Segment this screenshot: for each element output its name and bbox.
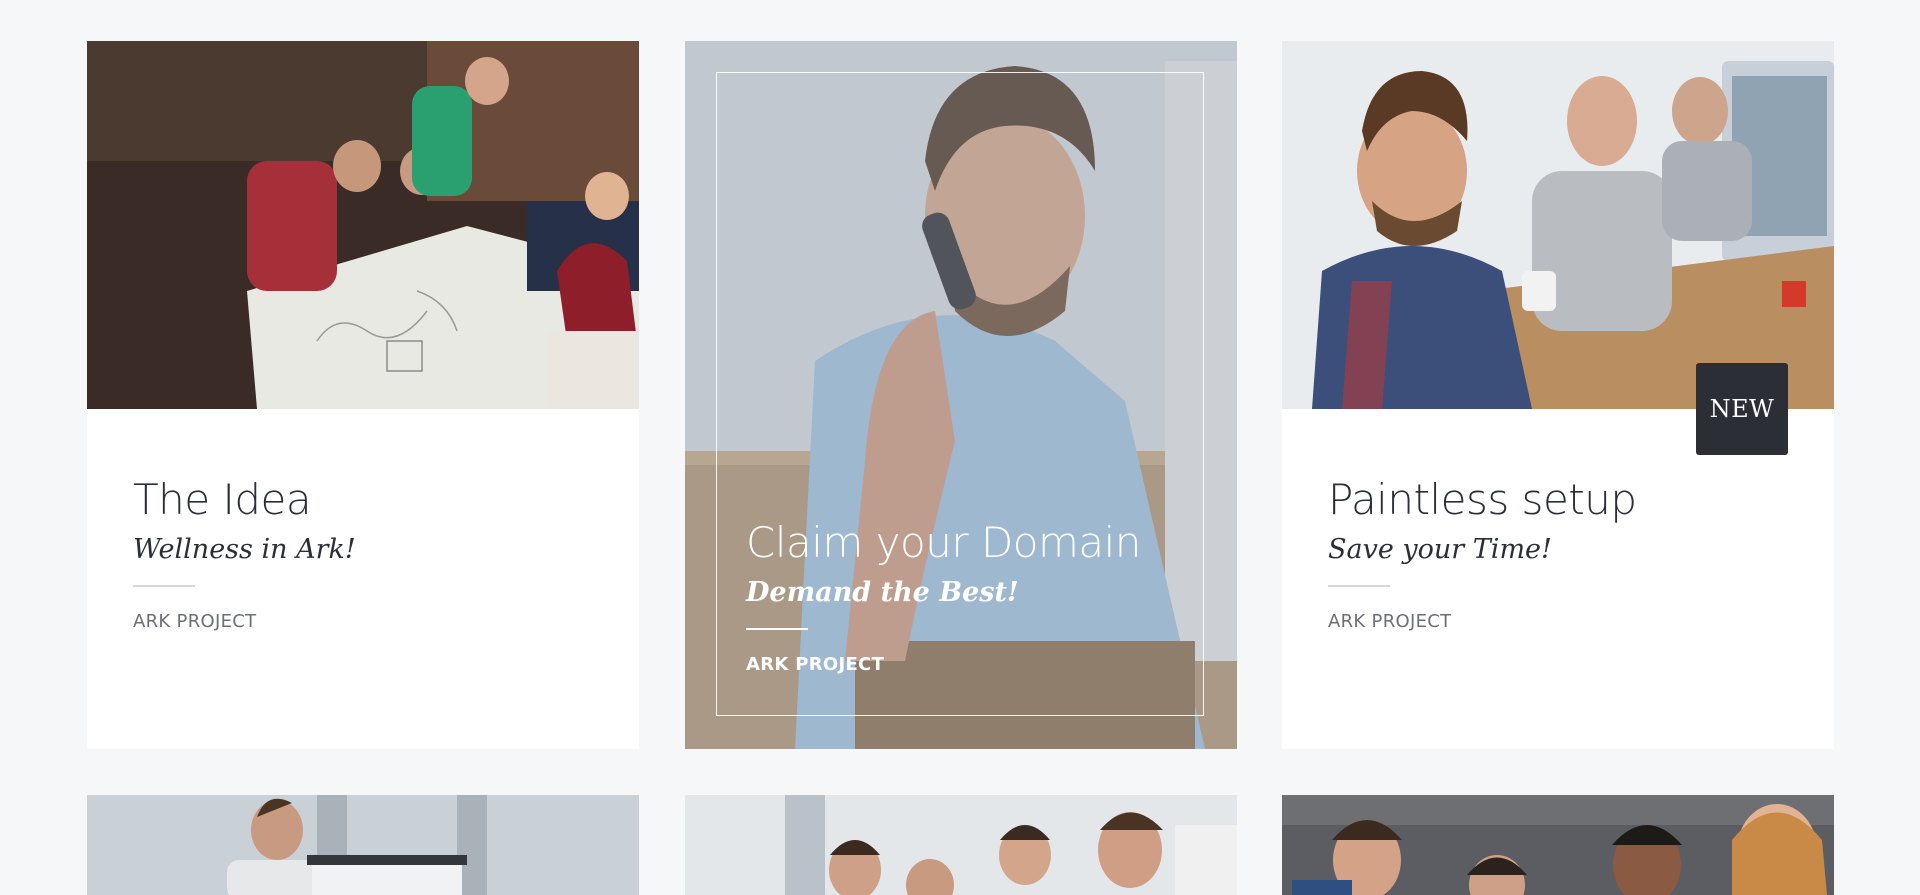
divider (746, 628, 808, 631)
card-subtitle: Wellness in Ark! (133, 534, 356, 566)
card-body: Paintless setup Save your Time! ARK PROJ… (1328, 475, 1788, 632)
card-subtitle: Demand the Best! (746, 577, 1019, 609)
card-image-brainstorm[interactable] (87, 41, 639, 409)
photo-illustration (1282, 41, 1834, 409)
portfolio-card-image-row2-1[interactable] (87, 795, 639, 895)
photo-illustration (685, 795, 1237, 895)
card-body: The Idea Wellness in Ark! ARK PROJECT (133, 475, 593, 632)
photo-illustration (1282, 795, 1834, 895)
card-category[interactable]: ARK PROJECT (1328, 611, 1788, 632)
portfolio-card-image-row2-3[interactable] (1282, 795, 1834, 895)
portfolio-card-image-row2-2[interactable] (685, 795, 1237, 895)
divider (133, 585, 195, 588)
portfolio-card-the-idea[interactable]: The Idea Wellness in Ark! ARK PROJECT (87, 41, 639, 749)
portfolio-card-claim-domain[interactable]: Claim your Domain Demand the Best! ARK P… (685, 41, 1237, 749)
new-badge: NEW (1696, 363, 1788, 455)
photo-illustration (87, 795, 639, 895)
card-body: Claim your Domain Demand the Best! ARK P… (746, 518, 1191, 675)
card-category[interactable]: ARK PROJECT (746, 654, 1191, 675)
card-title[interactable]: The Idea (133, 475, 593, 524)
divider (1328, 585, 1390, 588)
photo-illustration (87, 41, 639, 409)
card-title[interactable]: Claim your Domain (746, 518, 1191, 567)
card-category[interactable]: ARK PROJECT (133, 611, 593, 632)
card-title[interactable]: Paintless setup (1328, 475, 1788, 524)
card-subtitle: Save your Time! (1328, 534, 1552, 566)
card-image-office-team[interactable] (1282, 41, 1834, 409)
